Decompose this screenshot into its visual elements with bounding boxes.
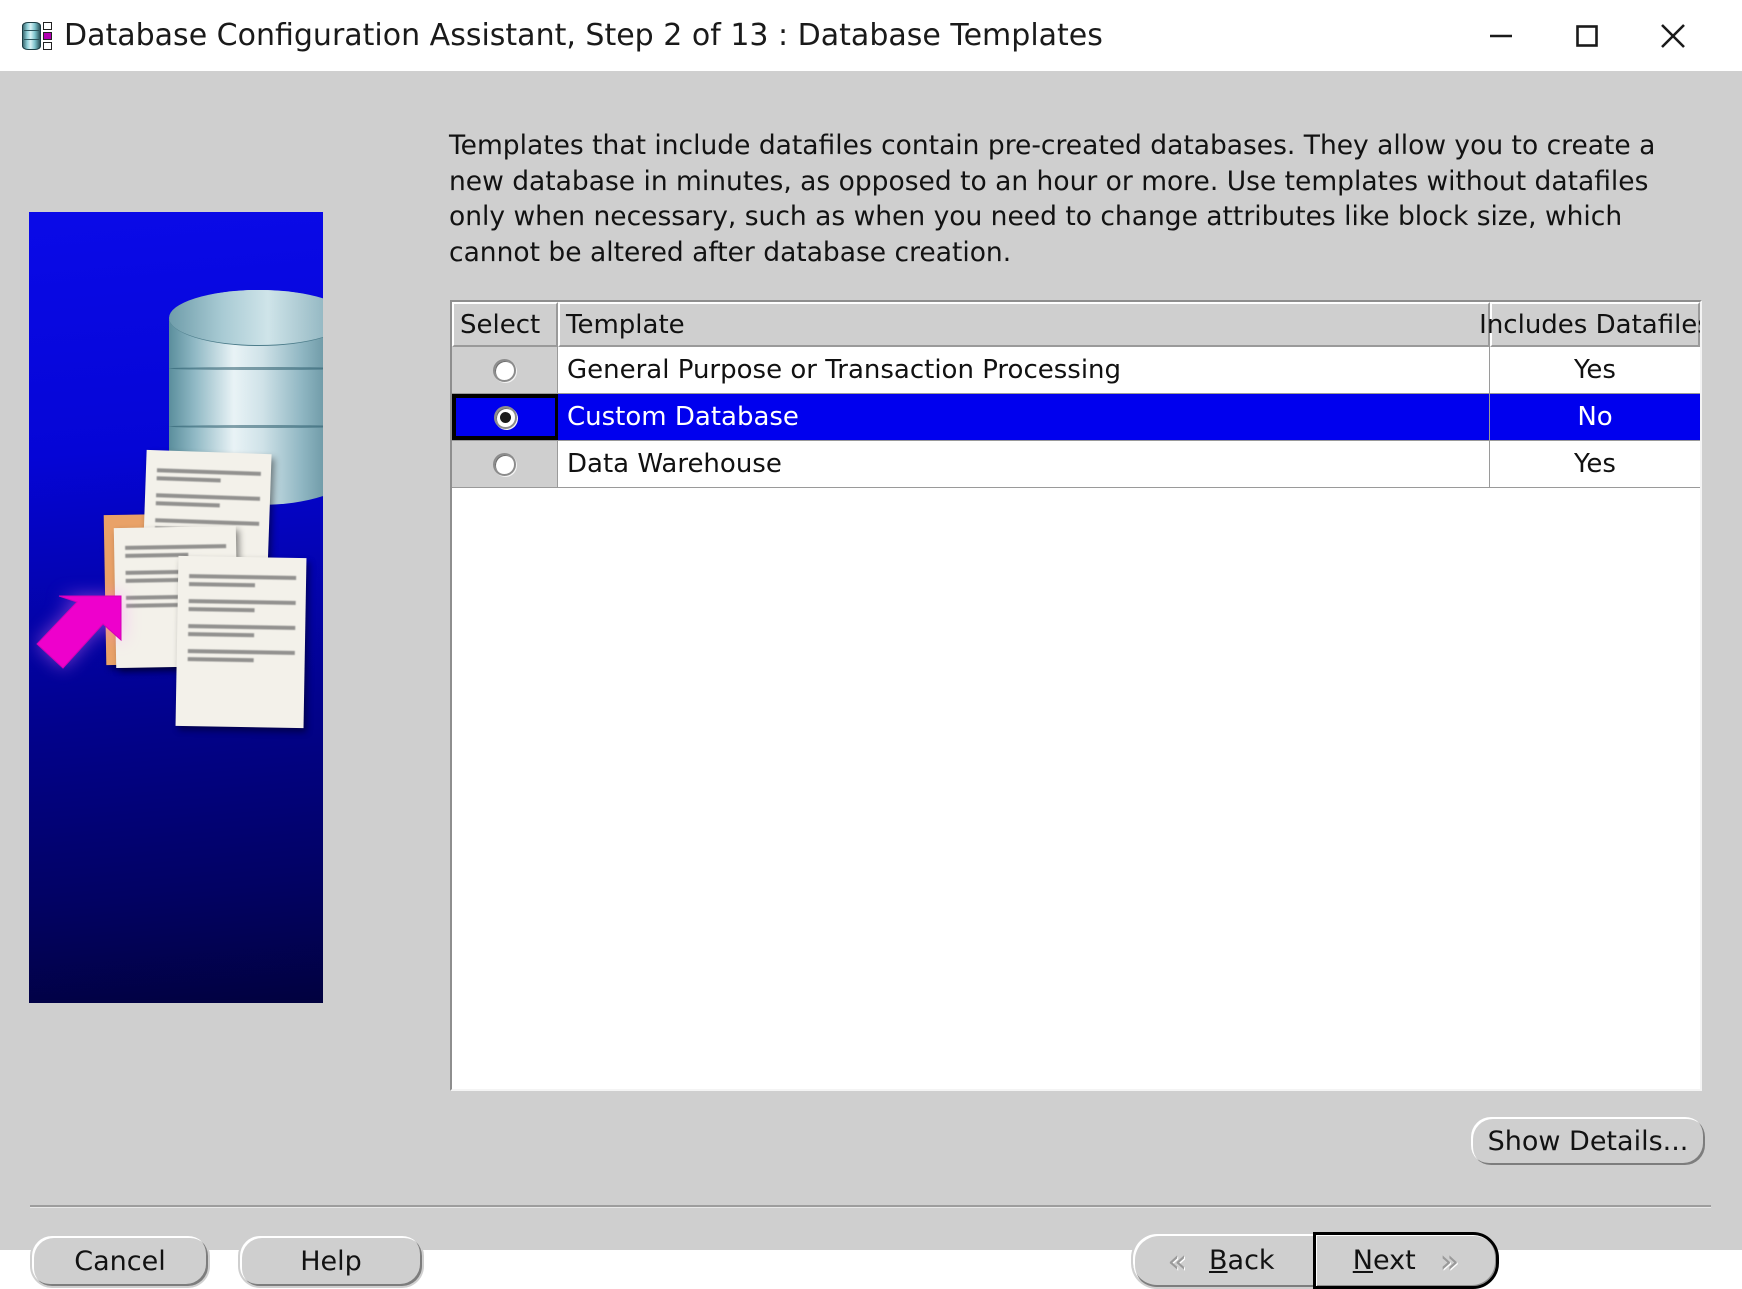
minimize-icon (1486, 21, 1516, 51)
row-includes-datafiles: No (1490, 394, 1700, 440)
window-controls (1458, 1, 1742, 71)
next-button[interactable]: Next » (1313, 1232, 1499, 1289)
description-text: Templates that include datafiles contain… (449, 128, 1685, 270)
radio-button[interactable] (493, 453, 516, 476)
radio-button[interactable] (493, 359, 516, 382)
maximize-icon (1572, 21, 1602, 51)
row-includes-datafiles: Yes (1490, 441, 1700, 487)
help-label: Help (300, 1246, 362, 1277)
minimize-button[interactable] (1458, 1, 1544, 71)
column-header-select[interactable]: Select (452, 302, 558, 347)
database-icon (22, 21, 52, 51)
dbca-window: Database Configuration Assistant, Step 2… (0, 0, 1742, 1250)
illustration-arrow-icon (33, 590, 125, 680)
cancel-button[interactable]: Cancel (30, 1234, 210, 1288)
row-template-name: General Purpose or Transaction Processin… (558, 347, 1490, 393)
title-bar-left: Database Configuration Assistant, Step 2… (0, 18, 1458, 53)
chevron-double-right-icon: » (1440, 1245, 1460, 1277)
table-row[interactable]: Data Warehouse Yes (452, 441, 1700, 488)
illustration-page (176, 556, 307, 728)
navigation-buttons: « Back Next » (1131, 1232, 1499, 1289)
templates-table[interactable]: Select Template Includes Datafiles Gener… (450, 300, 1702, 1091)
row-template-name: Custom Database (558, 394, 1490, 440)
table-row[interactable]: Custom Database No (452, 394, 1700, 441)
maximize-button[interactable] (1544, 1, 1630, 71)
row-select-cell[interactable] (452, 347, 558, 393)
title-bar: Database Configuration Assistant, Step 2… (0, 0, 1742, 71)
row-template-name: Data Warehouse (558, 441, 1490, 487)
table-row[interactable]: General Purpose or Transaction Processin… (452, 347, 1700, 394)
footer-separator (30, 1205, 1711, 1208)
back-button[interactable]: « Back (1131, 1232, 1315, 1289)
dialog-content: Templates that include datafiles contain… (0, 71, 1742, 1250)
cancel-label: Cancel (74, 1246, 165, 1277)
window-title: Database Configuration Assistant, Step 2… (64, 18, 1103, 53)
show-details-button[interactable]: Show Details... (1469, 1115, 1707, 1167)
close-button[interactable] (1630, 1, 1716, 71)
close-icon (1657, 20, 1689, 52)
radio-button[interactable] (494, 406, 517, 429)
row-includes-datafiles: Yes (1490, 347, 1700, 393)
column-header-datafiles[interactable]: Includes Datafiles (1490, 302, 1700, 347)
database-templates-illustration (29, 212, 323, 1003)
chevron-double-left-icon: « (1167, 1245, 1187, 1277)
row-select-cell[interactable] (452, 441, 558, 487)
help-button[interactable]: Help (238, 1234, 424, 1288)
table-header-row: Select Template Includes Datafiles (452, 302, 1700, 347)
show-details-label: Show Details... (1488, 1126, 1689, 1157)
column-header-template[interactable]: Template (558, 302, 1490, 347)
row-select-cell[interactable] (452, 394, 558, 440)
